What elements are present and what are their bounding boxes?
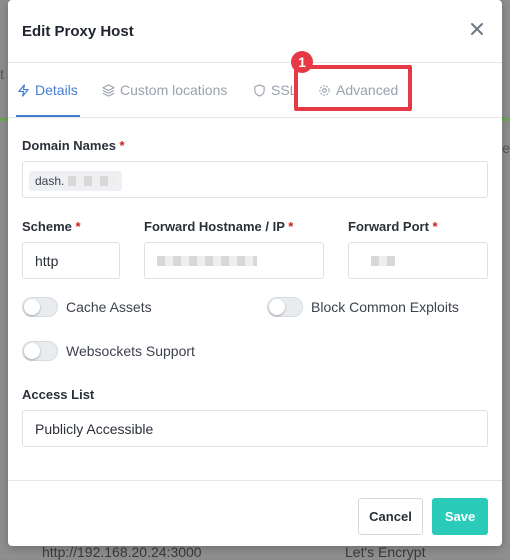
tab-advanced[interactable]: Advanced (318, 82, 398, 98)
cache-assets-toggle[interactable] (22, 297, 58, 317)
block-exploits-toggle[interactable] (267, 297, 303, 317)
save-button[interactable]: Save (432, 498, 488, 535)
scheme-value: http (35, 253, 59, 269)
forward-host-label: Forward Hostname / IP * (144, 219, 294, 234)
layers-icon (102, 83, 115, 97)
tab-details[interactable]: Details (17, 82, 78, 98)
forward-port-label: Forward Port * (348, 219, 438, 234)
modal-header: Edit Proxy Host (8, 0, 502, 63)
annotation-badge: 1 (291, 51, 313, 73)
tab-bar: Details Custom locations SSL Advanced (8, 63, 502, 118)
access-list-select[interactable]: Publicly Accessible (22, 410, 488, 447)
tab-custom-locations-label: Custom locations (120, 82, 228, 98)
close-icon[interactable] (468, 20, 486, 38)
modal-footer: Cancel Save (8, 480, 502, 546)
domain-names-input[interactable]: dash. (22, 161, 488, 198)
edit-proxy-host-modal: Edit Proxy Host Details Custom locations… (8, 0, 502, 546)
background-text-right: e (502, 140, 510, 156)
access-list-label: Access List (22, 387, 95, 402)
shield-icon (254, 83, 265, 97)
tab-advanced-label: Advanced (336, 82, 399, 98)
cancel-button[interactable]: Cancel (358, 498, 423, 535)
tab-ssl-label: SSL (271, 82, 298, 98)
tab-custom-locations[interactable]: Custom locations (102, 82, 227, 98)
redacted-host (157, 256, 257, 266)
domain-tag-text: dash. (35, 174, 65, 188)
websockets-label: Websockets Support (66, 343, 195, 359)
tab-ssl[interactable]: SSL (253, 82, 297, 98)
background-text-left: t (0, 66, 4, 82)
forward-port-input[interactable] (348, 242, 488, 279)
modal-title: Edit Proxy Host (22, 23, 134, 40)
block-exploits-label: Block Common Exploits (311, 299, 459, 315)
access-list-value: Publicly Accessible (35, 421, 154, 437)
redacted-domain (68, 176, 117, 186)
websockets-toggle[interactable] (22, 341, 58, 361)
cache-assets-label: Cache Assets (66, 299, 152, 315)
domain-tag[interactable]: dash. (29, 171, 123, 191)
tab-details-label: Details (35, 82, 78, 98)
active-tab-indicator (16, 115, 80, 117)
forward-host-input[interactable] (144, 242, 324, 279)
scheme-label: Scheme * (22, 219, 81, 234)
gear-icon (319, 84, 330, 96)
bolt-icon (18, 83, 29, 97)
background-strip-right (502, 118, 510, 121)
domain-names-label: Domain Names * (22, 138, 125, 153)
background-strip-left (0, 118, 8, 121)
scheme-input[interactable]: http (22, 242, 120, 279)
redacted-port (371, 256, 395, 266)
